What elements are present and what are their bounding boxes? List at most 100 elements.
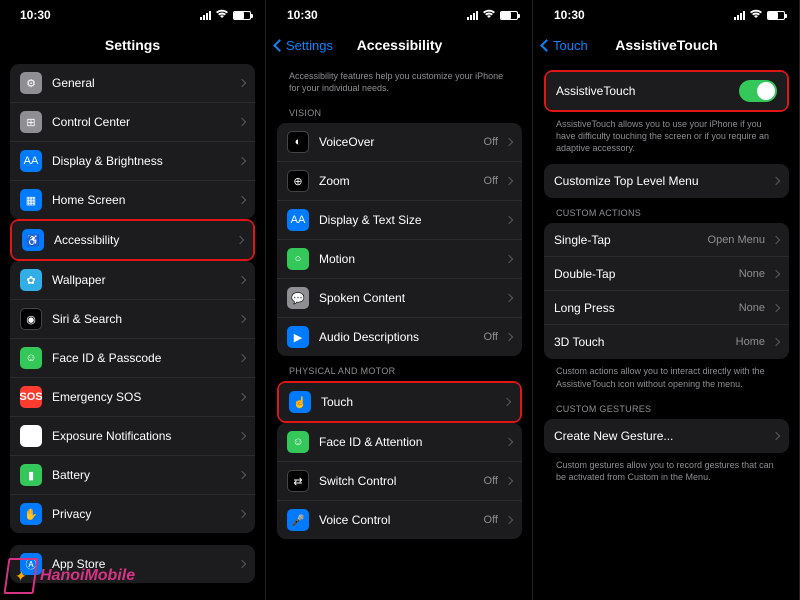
row-emergency-sos[interactable]: SOSEmergency SOS: [10, 378, 255, 417]
chevron-right-icon: [505, 177, 513, 185]
highlight-box: ♿Accessibility: [10, 219, 255, 261]
statusbar: 10:30: [267, 0, 532, 30]
wifi-icon: [749, 9, 763, 22]
chevron-right-icon: [772, 236, 780, 244]
row-wallpaper[interactable]: ✿Wallpaper: [10, 261, 255, 300]
row-label: Face ID & Attention: [319, 435, 502, 449]
status-time: 10:30: [287, 8, 318, 22]
row-control-center[interactable]: ⊞Control Center: [10, 103, 255, 142]
chevron-right-icon: [505, 477, 513, 485]
toggle-switch[interactable]: [739, 80, 777, 102]
row-label: Wallpaper: [52, 273, 235, 287]
row-voice-control[interactable]: 🎤Voice ControlOff: [277, 501, 522, 539]
custom-gestures-list: Create New Gesture...: [544, 419, 789, 453]
row-create-new-gesture-[interactable]: Create New Gesture...: [544, 419, 789, 453]
row-voiceover[interactable]: ◐VoiceOverOff: [277, 123, 522, 162]
row-battery[interactable]: ▮Battery: [10, 456, 255, 495]
custom-gestures-note: Custom gestures allow you to record gest…: [534, 453, 799, 487]
row-face-id-attention[interactable]: ☺Face ID & Attention: [277, 423, 522, 462]
screen-settings: 10:30 Settings ⚙General⊞Control CenterAA…: [0, 0, 266, 600]
chevron-right-icon: [772, 304, 780, 312]
row-double-tap[interactable]: Double-TapNone: [544, 257, 789, 291]
chevron-right-icon: [772, 338, 780, 346]
row-home-screen[interactable]: ▦Home Screen: [10, 181, 255, 219]
chevron-right-icon: [238, 315, 246, 323]
row-customize-top-level-menu[interactable]: Customize Top Level Menu: [544, 164, 789, 198]
list-segment: ✿Wallpaper ◉ Siri & Search ☺Face ID & Passc…: [10, 261, 255, 533]
cc-icon: ⊞: [20, 111, 42, 133]
back-button[interactable]: Touch: [542, 30, 588, 60]
chevron-right-icon: [238, 471, 246, 479]
group-header-custom-gestures: CUSTOM GESTURES: [534, 394, 799, 419]
row-label: Audio Descriptions: [319, 330, 484, 344]
row-label: Create New Gesture...: [554, 429, 769, 443]
wifi-icon: [215, 9, 229, 22]
row-siri-search[interactable]: ◉ Siri & Search: [10, 300, 255, 339]
group-header-custom-actions: CUSTOM ACTIONS: [534, 198, 799, 223]
row-audio-descriptions[interactable]: ▶Audio DescriptionsOff: [277, 318, 522, 356]
motion-icon: ○: [287, 248, 309, 270]
row-label: Siri & Search: [52, 312, 235, 326]
status-time: 10:30: [20, 8, 51, 22]
siri-icon: ◉: [20, 308, 42, 330]
row-label: Double-Tap: [554, 267, 739, 281]
sp-icon: 💬: [287, 287, 309, 309]
batt-icon: ▮: [20, 464, 42, 486]
row-label: Display & Text Size: [319, 213, 502, 227]
wifi-icon: [482, 9, 496, 22]
chevron-right-icon: [238, 560, 246, 568]
row-exposure-notifications[interactable]: ⊕Exposure Notifications: [10, 417, 255, 456]
row-label: General: [52, 76, 235, 90]
row-privacy[interactable]: ✋Privacy: [10, 495, 255, 533]
navbar: Settings: [0, 30, 265, 60]
row-long-press[interactable]: Long PressNone: [544, 291, 789, 325]
assistivetouch-toggle-list: AssistiveTouch: [546, 72, 787, 110]
chevron-right-icon: [772, 177, 780, 185]
row-display-text-size[interactable]: AA Display & Text Size: [277, 201, 522, 240]
row-label: Long Press: [554, 301, 739, 315]
row-value: None: [739, 302, 765, 314]
signal-icon: [200, 11, 211, 20]
row-spoken-content[interactable]: 💬Spoken Content: [277, 279, 522, 318]
back-label: Settings: [286, 38, 333, 53]
highlight-box: ☝Touch: [277, 381, 522, 423]
row-display-brightness[interactable]: AADisplay & Brightness: [10, 142, 255, 181]
signal-icon: [734, 11, 745, 20]
row-label: Face ID & Passcode: [52, 351, 235, 365]
screen-assistivetouch: 10:30 Touch AssistiveTouch AssistiveTouc…: [534, 0, 800, 600]
row-zoom[interactable]: ⊕ZoomOff: [277, 162, 522, 201]
chevron-right-icon: [238, 157, 246, 165]
row-touch[interactable]: ☝Touch: [279, 383, 520, 421]
page-title: AssistiveTouch: [615, 37, 717, 53]
row-value: Off: [484, 475, 498, 487]
chevron-right-icon: [505, 516, 513, 524]
row-label: Touch: [321, 395, 500, 409]
row-value: Off: [484, 514, 498, 526]
chevron-right-icon: [772, 270, 780, 278]
back-button[interactable]: Settings: [275, 30, 333, 60]
at-toggle-note: AssistiveTouch allows you to use your iP…: [534, 112, 799, 158]
chevron-right-icon: [505, 216, 513, 224]
AA-icon: AA: [287, 209, 309, 231]
row-label: Privacy: [52, 507, 235, 521]
row-motion[interactable]: ○Motion: [277, 240, 522, 279]
row-assistivetouch[interactable]: AssistiveTouch: [546, 72, 787, 110]
row-face-id-passcode[interactable]: ☺Face ID & Passcode: [10, 339, 255, 378]
row-switch-control[interactable]: ⇄Switch ControlOff: [277, 462, 522, 501]
mic-icon: 🎤: [287, 509, 309, 531]
row-single-tap[interactable]: Single-TapOpen Menu: [544, 223, 789, 257]
row-general[interactable]: ⚙General: [10, 64, 255, 103]
chevron-right-icon: [238, 196, 246, 204]
AA-icon: AA: [20, 150, 42, 172]
row-3d-touch[interactable]: 3D TouchHome: [544, 325, 789, 359]
row-label: Accessibility: [54, 233, 233, 247]
highlight-box: AssistiveTouch: [544, 70, 789, 112]
battery-icon: [767, 11, 785, 20]
row-label: Customize Top Level Menu: [554, 174, 769, 188]
chevron-right-icon: [505, 438, 513, 446]
status-indicators: [734, 9, 785, 22]
list-segment: ⚙General⊞Control CenterAADisplay & Brigh…: [10, 64, 255, 219]
battery-icon: [233, 11, 251, 20]
row-label: AssistiveTouch: [556, 84, 739, 98]
row-accessibility[interactable]: ♿Accessibility: [12, 221, 253, 259]
